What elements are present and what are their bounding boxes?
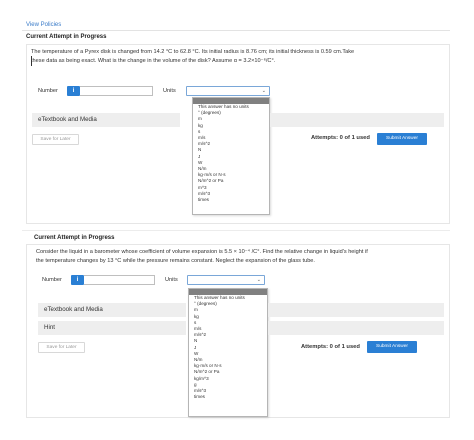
q1-info-icon[interactable]: i — [67, 86, 80, 96]
q2-hint-bar-right — [268, 321, 444, 335]
q1-etextbook-bar-right — [270, 113, 444, 127]
q1-units-select[interactable]: ⌄ — [186, 86, 270, 96]
q1-heading: Current Attempt in Progress — [26, 34, 107, 40]
q2-dropdown-options: This answer has no units ° (degrees) m kg s m… — [189, 295, 267, 400]
q1-etextbook-bar[interactable]: eTextbook and Media — [32, 113, 180, 127]
q1-submit-answer-button[interactable]: Submit Answer — [377, 133, 427, 145]
q1-attempts-status: Attempts: 0 of 1 used — [311, 135, 370, 141]
q2-attempts-text: Attempts: 0 of 1 used — [301, 344, 360, 350]
q2-dropdown-option[interactable]: times — [189, 394, 267, 400]
q1-number-input[interactable] — [80, 86, 153, 96]
q1-question-text: The temperature of a Pyrex disk is chang… — [31, 48, 447, 65]
q2-attempts-status: Attempts: 0 of 1 used — [301, 344, 360, 350]
q2-hint-bar[interactable]: Hint — [38, 321, 186, 335]
q2-question-line1: Consider the liquid in a barometer whose… — [36, 249, 368, 255]
q1-units-label: Units — [163, 88, 176, 94]
q2-heading: Current Attempt in Progress — [34, 235, 115, 241]
chevron-down-icon: ⌄ — [261, 88, 266, 94]
q1-question-line1: The temperature of a Pyrex disk is chang… — [31, 49, 355, 55]
q2-units-label: Units — [165, 277, 178, 283]
q1-units-dropdown: This answer has no units ° (degrees) m kg s m… — [192, 97, 270, 215]
q2-submit-answer-button[interactable]: Submit Answer — [367, 341, 417, 353]
text-cursor — [31, 56, 32, 66]
q1-question-line2: these data as being exact. What is the c… — [31, 57, 276, 64]
divider — [22, 30, 450, 31]
q2-etextbook-bar[interactable]: eTextbook and Media — [38, 303, 186, 317]
q2-question-text: Consider the liquid in a barometer whose… — [36, 248, 448, 265]
q2-number-input[interactable] — [84, 275, 155, 285]
q2-units-dropdown: This answer has no units ° (degrees) m kg s m… — [188, 288, 268, 417]
q1-number-label: Number — [38, 88, 58, 94]
q2-etextbook-bar-right — [268, 303, 444, 317]
q1-save-for-later-button[interactable]: Save for Later — [32, 134, 79, 145]
q1-attempts-text: Attempts: 0 of 1 used — [311, 135, 370, 141]
divider — [22, 230, 450, 231]
chevron-down-icon: ⌄ — [256, 277, 261, 283]
q2-info-icon[interactable]: i — [71, 275, 84, 285]
q2-question-line2: the temperature changes by 13 °C while t… — [36, 257, 315, 264]
q2-units-select[interactable]: ⌄ — [187, 275, 265, 285]
q2-save-for-later-button[interactable]: Save for Later — [38, 342, 85, 353]
q1-dropdown-options: This answer has no units ° (degrees) m kg s m… — [193, 104, 269, 203]
view-policies-link[interactable]: View Policies — [26, 22, 61, 28]
q1-dropdown-option[interactable]: times — [193, 197, 269, 203]
q2-number-label: Number — [42, 277, 62, 283]
